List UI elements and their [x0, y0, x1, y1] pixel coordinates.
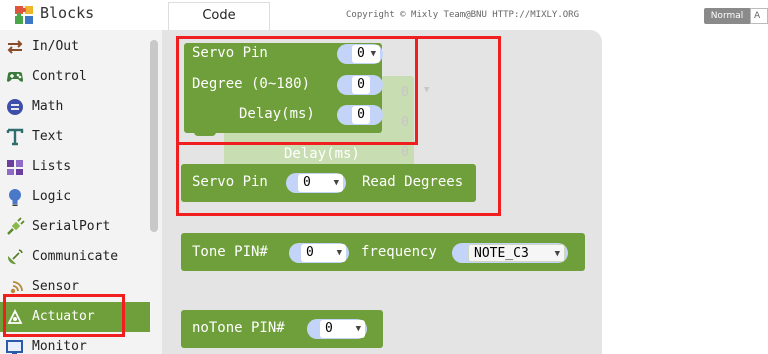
monitor-icon — [6, 340, 23, 354]
notone-pin-value: 0 — [325, 321, 333, 336]
tone-pin-value: 0 — [306, 245, 314, 260]
satellite-icon — [7, 249, 23, 265]
tone-pin-dropdown[interactable]: 0 ▼ — [301, 244, 346, 262]
sidebar-scrollbar[interactable] — [150, 40, 158, 232]
category-math[interactable]: Math — [0, 92, 150, 122]
frequency-dropdown[interactable]: NOTE_C3 ▼ — [468, 244, 565, 262]
frequency-label: frequency — [361, 244, 437, 260]
category-label: Math — [32, 99, 64, 114]
category-logic[interactable]: Logic — [0, 182, 150, 212]
category-label: Monitor — [32, 339, 87, 354]
swap-arrows-icon — [7, 40, 23, 54]
plug-icon — [7, 217, 25, 235]
highlight-box-servo-read — [176, 36, 501, 216]
mode-normal-button[interactable]: Normal — [704, 8, 750, 24]
mode-advanced-button[interactable]: A — [750, 8, 768, 24]
category-communicate[interactable]: Communicate — [0, 242, 150, 272]
category-text[interactable]: Text — [0, 122, 150, 152]
text-t-icon — [6, 128, 24, 146]
bulb-icon — [9, 189, 21, 206]
category-label: Lists — [32, 159, 72, 174]
category-label: Communicate — [32, 249, 119, 264]
category-label: Logic — [32, 189, 72, 204]
category-label: Control — [32, 69, 87, 84]
copyright-text: Copyright © Mixly Team@BNU HTTP://MIXLY.… — [346, 10, 579, 20]
tab-code-label: Code — [202, 8, 236, 23]
chevron-down-icon: ▼ — [336, 248, 342, 258]
category-label: In/Out — [32, 39, 79, 54]
puzzle-icon — [15, 6, 33, 24]
category-label: Text — [32, 129, 64, 144]
category-serialport[interactable]: SerialPort — [0, 212, 150, 242]
blocks-header: Blocks — [0, 0, 162, 30]
category-control[interactable]: Control — [0, 62, 150, 92]
notone-prefix: noTone PIN# — [192, 320, 285, 336]
chevron-down-icon: ▼ — [554, 249, 560, 259]
frequency-value: NOTE_C3 — [474, 246, 529, 261]
gamepad-icon — [7, 72, 23, 82]
chevron-down-icon: ▼ — [355, 324, 361, 334]
tone-prefix: Tone PIN# — [192, 244, 268, 260]
lists-icon — [7, 160, 23, 175]
category-in-out[interactable]: In/Out — [0, 32, 150, 62]
highlight-box-actuator — [3, 294, 125, 337]
category-lists[interactable]: Lists — [0, 152, 150, 182]
tab-code[interactable]: Code — [168, 2, 270, 30]
math-icon — [7, 99, 23, 115]
blocks-title: Blocks — [40, 4, 95, 22]
category-label: SerialPort — [32, 219, 111, 234]
category-label: Sensor — [32, 279, 79, 294]
notone-pin-dropdown[interactable]: 0 ▼ — [320, 320, 365, 338]
